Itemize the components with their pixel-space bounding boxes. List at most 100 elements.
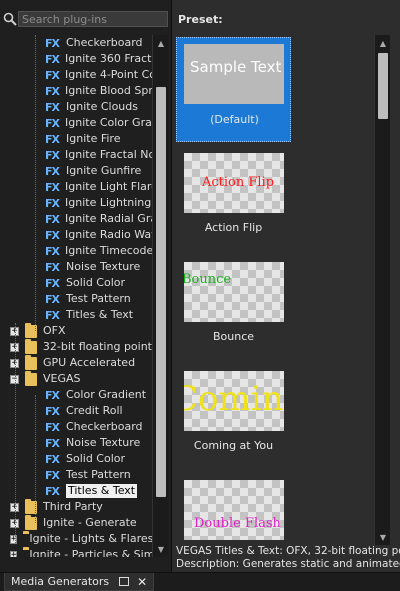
- tree-item-plugin[interactable]: FX Ignite Radio Waves: [0, 227, 152, 243]
- tree-item-folder[interactable]: + Ignite - Particles & Simulation: [0, 547, 152, 557]
- tree-item-label: VEGAS: [43, 372, 81, 385]
- fx-plugin-icon: FX: [45, 228, 60, 242]
- preset-sample-text: Double Flash: [194, 516, 281, 531]
- search-input[interactable]: [18, 11, 168, 27]
- tree-item-plugin[interactable]: FX Ignite Light Flares: [0, 179, 152, 195]
- undock-window-icon[interactable]: [119, 577, 130, 586]
- tree-item-plugin[interactable]: FX Ignite Timecode: [0, 243, 152, 259]
- tree-item-plugin[interactable]: FX Ignite 4-Point Color: [0, 67, 152, 83]
- tree-item-label: Ignite - Particles & Simulation: [29, 548, 152, 557]
- tree-item-label: Noise Texture: [66, 260, 141, 273]
- tree-item-label: Credit Roll: [66, 404, 123, 417]
- fx-plugin-icon: FX: [45, 100, 60, 114]
- tree-item-label: GPU Accelerated: [43, 356, 136, 369]
- tab-label: Media Generators: [11, 575, 110, 588]
- tree-item-plugin[interactable]: FX Ignite Lightning & Arcs: [0, 195, 152, 211]
- search-bar: [2, 8, 168, 30]
- tree-item-plugin[interactable]: FX Ignite Blood Spray: [0, 83, 152, 99]
- tree-item-label: 32-bit floating point: [42, 340, 152, 353]
- fx-plugin-icon: FX: [45, 308, 60, 322]
- preset-thumbnail: Double Flash: [184, 480, 284, 540]
- tree-item-plugin[interactable]: FX Ignite Fractal Noise: [0, 147, 152, 163]
- tree-item-plugin[interactable]: FX Ignite Fire: [0, 131, 152, 147]
- plugin-tree-panel: FX Checkerboard FX Ignite 360 Fractal FX Igni…: [0, 0, 172, 572]
- tree-item-folder[interactable]: + GPU Accelerated: [0, 355, 152, 371]
- fx-plugin-icon: FX: [45, 292, 60, 306]
- scroll-down-arrow-icon[interactable]: ▼: [153, 541, 169, 557]
- tree-item-folder[interactable]: +32-bit floating point: [0, 339, 152, 355]
- tree-item-plugin[interactable]: FX Ignite Clouds: [0, 99, 152, 115]
- fx-plugin-icon: FX: [45, 468, 60, 482]
- tree-item-label: Titles & Text: [66, 484, 138, 498]
- tab-media-generators[interactable]: Media Generators ✕: [4, 573, 155, 591]
- tree-item-plugin[interactable]: FX Test Pattern: [0, 291, 152, 307]
- preset-scrollbar-thumb[interactable]: [378, 53, 388, 119]
- tree-item-plugin[interactable]: FX Solid Color: [0, 451, 152, 467]
- search-icon[interactable]: [2, 8, 18, 30]
- scroll-up-arrow-icon[interactable]: ▲: [153, 35, 169, 51]
- expand-icon[interactable]: +: [10, 550, 18, 557]
- scroll-up-arrow-icon[interactable]: ▲: [375, 35, 391, 51]
- tree-scrollbar-thumb[interactable]: [156, 87, 166, 497]
- tree-item-plugin[interactable]: FX Ignite Color Gradient: [0, 115, 152, 131]
- tree-item-plugin[interactable]: FX Noise Texture: [0, 435, 152, 451]
- preset-item[interactable]: Action Flip Action Flip: [176, 146, 291, 251]
- preset-label: Coming at You: [193, 439, 274, 452]
- tree-item-plugin[interactable]: FX Titles & Text: [0, 307, 152, 323]
- fx-plugin-icon: FX: [45, 180, 60, 194]
- preset-scrollbar[interactable]: ▲ ▼: [374, 35, 390, 545]
- preset-thumbnail: Coming at You: [184, 371, 284, 431]
- folder-icon: [25, 371, 37, 386]
- tree-item-folder[interactable]: + Third Party: [0, 499, 152, 515]
- tree-item-label: Color Gradient: [66, 388, 147, 401]
- preset-sample-text: Coming at You: [184, 379, 284, 419]
- tree-item-label: Ignite Lightning & Arcs: [65, 196, 152, 209]
- tree-item-label: Ignite - Lights & Flares: [29, 532, 152, 545]
- scroll-down-arrow-icon[interactable]: ▼: [375, 529, 391, 545]
- tree-item-label: Noise Texture: [66, 436, 141, 449]
- tree-item-label: Ignite Clouds: [66, 100, 138, 113]
- close-icon[interactable]: ✕: [137, 575, 147, 589]
- tree-item-plugin[interactable]: FX Checkerboard: [0, 35, 152, 51]
- preset-thumbnail: Bounce: [184, 262, 284, 322]
- tree-item-label: Third Party: [43, 500, 103, 513]
- tree-connector-line: [15, 323, 16, 543]
- tree-item-plugin[interactable]: FX Ignite 360 Fractal: [0, 51, 152, 67]
- plugin-description: VEGAS Titles & Text: OFX, 32-bit floatin…: [176, 545, 400, 572]
- tree-connector-line: [35, 395, 36, 523]
- expand-icon[interactable]: +: [10, 534, 18, 544]
- fx-plugin-icon: FX: [45, 116, 60, 130]
- tree-item-plugin[interactable]: FX Ignite Gunfire: [0, 163, 152, 179]
- tree-item-folder[interactable]: + OFX: [0, 323, 152, 339]
- fx-plugin-icon: FX: [45, 388, 60, 402]
- tree-item-folder[interactable]: + Ignite - Generate: [0, 515, 152, 531]
- tree-item-plugin[interactable]: FX Solid Color: [0, 275, 152, 291]
- tree-item-folder[interactable]: − VEGAS: [0, 371, 152, 387]
- tree-item-plugin[interactable]: FX Ignite Radial Gradient: [0, 211, 152, 227]
- tree-item-label: Test Pattern: [66, 292, 131, 305]
- fx-plugin-icon: FX: [45, 212, 60, 226]
- tree-item-plugin[interactable]: FX Test Pattern: [0, 467, 152, 483]
- tree-item-plugin[interactable]: FX Color Gradient: [0, 387, 152, 403]
- preset-thumbnail: Action Flip: [184, 153, 284, 213]
- tree-item-plugin[interactable]: FX Titles & Text: [0, 483, 152, 499]
- fx-plugin-icon: FX: [45, 260, 60, 274]
- tree-item-plugin[interactable]: FX Checkerboard: [0, 419, 152, 435]
- tree-scrollbar[interactable]: ▲ ▼: [152, 35, 168, 557]
- preset-item[interactable]: Bounce Bounce: [176, 255, 291, 360]
- fx-plugin-icon: FX: [45, 132, 60, 146]
- preset-sample-text: Sample Text: [190, 58, 282, 76]
- tree-item-label: Checkerboard: [66, 420, 143, 433]
- tree-item-plugin[interactable]: FX Noise Texture: [0, 259, 152, 275]
- preset-item[interactable]: Coming at You Coming at You: [176, 364, 291, 469]
- tree-item-label: Ignite Timecode: [65, 244, 152, 257]
- fx-plugin-icon: FX: [45, 52, 60, 66]
- preset-item[interactable]: Double FlashDouble Flash: [176, 473, 291, 545]
- preset-item[interactable]: Sample Text (Default): [176, 37, 291, 142]
- preset-label: Action Flip: [204, 221, 263, 234]
- fx-plugin-icon: FX: [45, 276, 60, 290]
- fx-plugin-icon: FX: [45, 420, 60, 434]
- tree-item-folder[interactable]: + Ignite - Lights & Flares: [0, 531, 152, 547]
- dock-tab-bar: Media Generators ✕: [0, 572, 400, 591]
- tree-item-plugin[interactable]: FX Credit Roll: [0, 403, 152, 419]
